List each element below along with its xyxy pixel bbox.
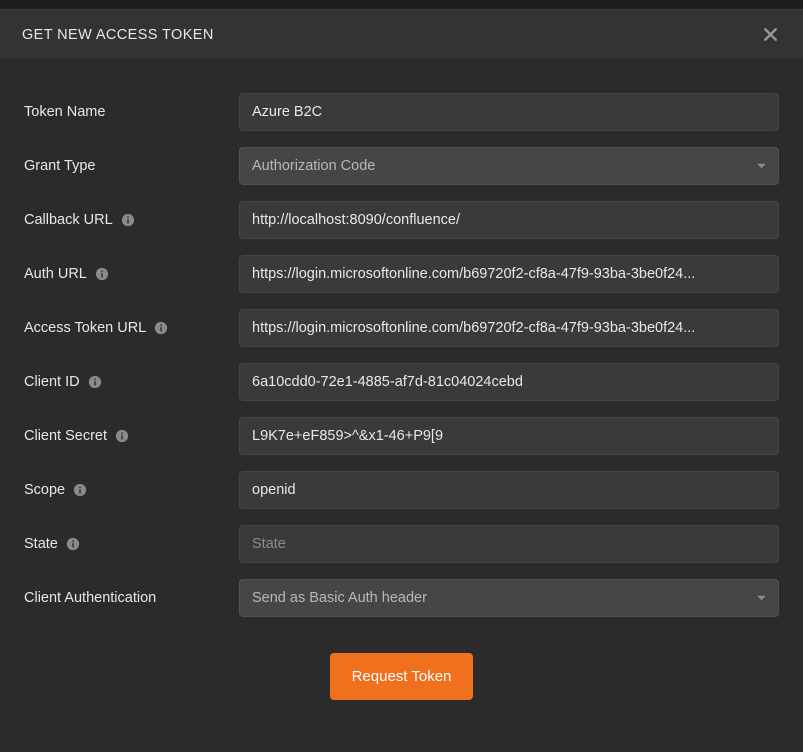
label-text: State (24, 536, 58, 552)
row-client-secret: Client Secret (24, 417, 779, 455)
grant-type-select[interactable]: Authorization Code (239, 147, 779, 185)
label-scope: Scope (24, 482, 239, 498)
row-access-token-url: Access Token URL (24, 309, 779, 347)
label-client-secret: Client Secret (24, 428, 239, 444)
auth-url-input[interactable] (239, 255, 779, 293)
input-wrap (239, 417, 779, 455)
top-strip (0, 0, 803, 10)
info-icon[interactable] (66, 537, 80, 551)
label-client-auth: Client Authentication (24, 590, 239, 606)
info-icon[interactable] (73, 483, 87, 497)
state-input[interactable] (239, 525, 779, 563)
input-wrap (239, 255, 779, 293)
label-callback-url: Callback URL (24, 212, 239, 228)
label-text: Access Token URL (24, 320, 146, 336)
label-state: State (24, 536, 239, 552)
label-access-token-url: Access Token URL (24, 320, 239, 336)
info-icon[interactable] (115, 429, 129, 443)
row-client-auth: Client Authentication Send as Basic Auth… (24, 579, 779, 617)
row-auth-url: Auth URL (24, 255, 779, 293)
request-token-button[interactable]: Request Token (330, 653, 474, 700)
get-access-token-dialog: GET NEW ACCESS TOKEN Token Name Grant Ty… (0, 0, 803, 752)
row-state: State (24, 525, 779, 563)
input-wrap (239, 93, 779, 131)
label-text: Scope (24, 482, 65, 498)
label-text: Auth URL (24, 266, 87, 282)
label-text: Client Secret (24, 428, 107, 444)
label-token-name: Token Name (24, 104, 239, 120)
label-grant-type: Grant Type (24, 158, 239, 174)
row-callback-url: Callback URL (24, 201, 779, 239)
row-token-name: Token Name (24, 93, 779, 131)
input-wrap (239, 309, 779, 347)
label-text: Client Authentication (24, 590, 156, 606)
select-wrap: Send as Basic Auth header (239, 579, 779, 617)
close-button[interactable] (760, 24, 781, 45)
callback-url-input[interactable] (239, 201, 779, 239)
info-icon[interactable] (88, 375, 102, 389)
scope-input[interactable] (239, 471, 779, 509)
input-wrap (239, 363, 779, 401)
dialog-title: GET NEW ACCESS TOKEN (22, 27, 214, 43)
client-id-input[interactable] (239, 363, 779, 401)
input-wrap (239, 201, 779, 239)
info-icon[interactable] (95, 267, 109, 281)
info-icon[interactable] (121, 213, 135, 227)
close-icon (762, 26, 779, 43)
label-text: Token Name (24, 104, 105, 120)
label-client-id: Client ID (24, 374, 239, 390)
label-auth-url: Auth URL (24, 266, 239, 282)
input-wrap (239, 525, 779, 563)
label-text: Grant Type (24, 158, 95, 174)
input-wrap (239, 471, 779, 509)
label-text: Client ID (24, 374, 80, 390)
select-wrap: Authorization Code (239, 147, 779, 185)
label-text: Callback URL (24, 212, 113, 228)
row-client-id: Client ID (24, 363, 779, 401)
actions: Request Token (24, 653, 779, 700)
row-scope: Scope (24, 471, 779, 509)
dialog-header: GET NEW ACCESS TOKEN (0, 10, 803, 59)
client-auth-select[interactable]: Send as Basic Auth header (239, 579, 779, 617)
access-token-url-input[interactable] (239, 309, 779, 347)
token-name-input[interactable] (239, 93, 779, 131)
dialog-body: Token Name Grant Type Authorization Code… (0, 59, 803, 752)
row-grant-type: Grant Type Authorization Code (24, 147, 779, 185)
info-icon[interactable] (154, 321, 168, 335)
client-secret-input[interactable] (239, 417, 779, 455)
